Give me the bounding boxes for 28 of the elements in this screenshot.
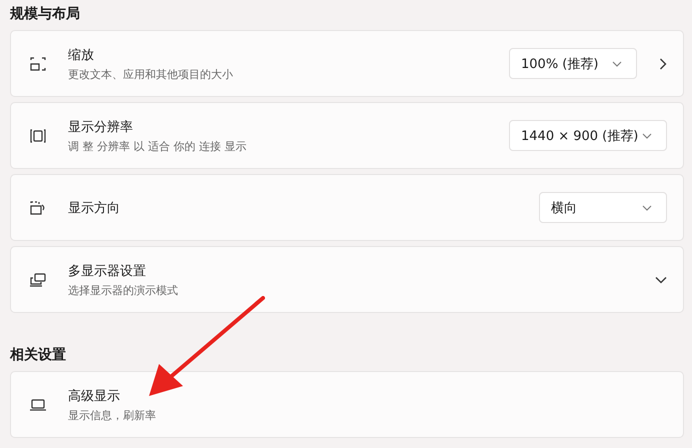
caret-icon	[642, 132, 652, 138]
setting-description: 显示信息，刷新率	[68, 408, 157, 422]
setting-description: 更改文本、应用和其他项目的大小	[68, 66, 234, 82]
setting-description: 选择显示器的演示模式	[68, 282, 179, 298]
section-heading: 相关设置	[10, 346, 67, 365]
setting-title: 高级显示	[68, 388, 121, 404]
expand-icon[interactable]	[655, 276, 667, 284]
setting-title: 多显示器设置	[68, 262, 147, 280]
setting-card[interactable]: 高级显示 显示信息，刷新率	[10, 371, 684, 438]
caret-icon	[642, 204, 652, 210]
dropdown[interactable]: 横向	[539, 192, 667, 223]
setting-description: 调 整 分辨率 以 适合 你的 连接 显示	[68, 138, 248, 154]
setting-title: 缩放	[68, 46, 95, 64]
dropdown[interactable]: 1440 × 900 (推荐)	[509, 120, 667, 151]
resolution-icon	[29, 126, 47, 144]
setting-title: 显示方向	[68, 200, 121, 216]
section-heading: 规模与布局	[10, 5, 81, 24]
setting-card[interactable]: 显示方向 横向	[10, 174, 684, 241]
setting-card[interactable]: 缩放 更改文本、应用和其他项目的大小 100% (推荐)	[10, 30, 684, 97]
setting-card[interactable]: 显示分辨率 调 整 分辨率 以 适合 你的 连接 显示 1440 × 900 (推荐)	[10, 102, 684, 169]
setting-card[interactable]: 多显示器设置 选择显示器的演示模式	[10, 246, 684, 313]
chevron-right-icon[interactable]	[659, 58, 667, 70]
dropdown[interactable]: 100% (推荐)	[509, 48, 637, 79]
setting-title: 显示分辨率	[68, 118, 134, 136]
caret-icon	[612, 60, 622, 66]
monitors-icon	[29, 270, 47, 288]
scale-icon	[29, 54, 47, 72]
rotate-icon	[29, 198, 47, 216]
